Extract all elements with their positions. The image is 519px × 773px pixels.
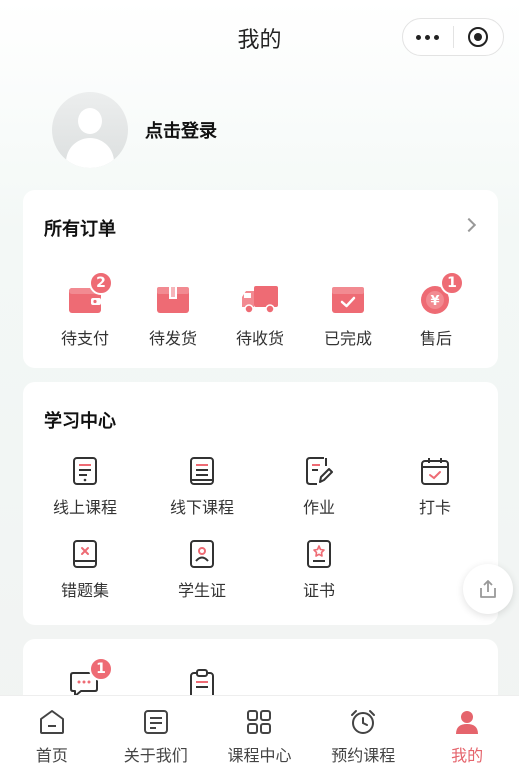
study-center-card: 学习中心 线上课程 线下课程 作业 打卡 错题集 学生证 证书 bbox=[23, 382, 498, 625]
notification-badge: 1 bbox=[89, 657, 113, 681]
study-center-title: 学习中心 bbox=[44, 411, 116, 432]
chevron-right-icon[interactable] bbox=[461, 217, 477, 233]
navigation-bar: 我的 bbox=[0, 0, 519, 76]
order-item-completed[interactable]: 已完成 bbox=[308, 283, 388, 349]
order-item-label: 已完成 bbox=[323, 329, 372, 348]
tab-label: 我的 bbox=[451, 746, 484, 765]
study-item-label: 作业 bbox=[302, 498, 335, 517]
study-item-label: 线下课程 bbox=[169, 498, 234, 517]
wrong-questions-book-icon bbox=[73, 540, 97, 568]
study-item-student-card[interactable]: 学生证 bbox=[152, 539, 252, 601]
offline-course-icon bbox=[190, 457, 214, 485]
more-button[interactable] bbox=[403, 19, 453, 55]
tab-label: 预约课程 bbox=[331, 746, 396, 765]
mini-program-capsule bbox=[402, 18, 504, 56]
study-item-label: 打卡 bbox=[418, 498, 451, 517]
homework-icon bbox=[306, 457, 333, 485]
notification-badge: 2 bbox=[89, 271, 113, 295]
share-icon bbox=[480, 580, 496, 598]
login-label[interactable]: 点击登录 bbox=[145, 117, 217, 143]
avatar[interactable] bbox=[52, 92, 128, 168]
page-title: 我的 bbox=[237, 28, 282, 53]
tab-mine[interactable]: 我的 bbox=[415, 696, 519, 773]
about-doc-icon bbox=[143, 710, 168, 734]
study-item-homework[interactable]: 作业 bbox=[269, 456, 369, 518]
share-button[interactable] bbox=[463, 564, 513, 614]
order-item-label: 待收货 bbox=[235, 329, 284, 348]
more-dots-icon bbox=[416, 34, 440, 40]
order-item-pending-shipment[interactable]: 待发货 bbox=[133, 283, 213, 349]
student-card-icon bbox=[190, 540, 214, 568]
close-button[interactable] bbox=[453, 19, 503, 55]
certificate-icon bbox=[307, 540, 331, 568]
home-icon bbox=[39, 710, 64, 734]
grid-icon bbox=[247, 710, 272, 734]
tab-book-course[interactable]: 预约课程 bbox=[311, 696, 415, 773]
study-item-label: 证书 bbox=[302, 581, 335, 600]
user-icon bbox=[456, 711, 479, 734]
order-item-label: 待发货 bbox=[148, 329, 197, 348]
alarm-clock-icon bbox=[351, 710, 376, 734]
study-item-label: 线上课程 bbox=[52, 498, 117, 517]
order-item-pending-receipt[interactable]: 待收货 bbox=[220, 283, 300, 349]
tab-label: 关于我们 bbox=[123, 746, 188, 765]
study-item-wrong-questions[interactable]: 错题集 bbox=[35, 539, 135, 601]
completed-box-icon bbox=[332, 287, 364, 313]
study-item-label: 学生证 bbox=[177, 581, 226, 600]
bottom-tab-bar: 首页 关于我们 课程中心 预约课程 我的 bbox=[0, 695, 519, 773]
tab-home[interactable]: 首页 bbox=[0, 696, 104, 773]
order-item-label: 待支付 bbox=[60, 329, 109, 348]
package-box-icon bbox=[157, 287, 189, 313]
order-item-label: 售后 bbox=[419, 329, 452, 348]
study-item-check-in[interactable]: 打卡 bbox=[385, 456, 485, 518]
orders-title: 所有订单 bbox=[44, 219, 116, 240]
truck-icon bbox=[242, 286, 278, 314]
tab-course-center[interactable]: 课程中心 bbox=[208, 696, 312, 773]
tab-about-us[interactable]: 关于我们 bbox=[104, 696, 208, 773]
order-item-pending-payment[interactable]: 2 待支付 bbox=[45, 271, 125, 349]
svg-text:¥: ¥ bbox=[430, 294, 439, 309]
profile-login[interactable]: 点击登录 bbox=[52, 92, 217, 168]
tab-label: 首页 bbox=[35, 746, 68, 765]
check-in-calendar-icon bbox=[421, 458, 449, 485]
target-icon bbox=[468, 27, 489, 47]
study-item-online-course[interactable]: 线上课程 bbox=[35, 456, 135, 518]
study-item-certificate[interactable]: 证书 bbox=[269, 539, 369, 601]
order-item-after-sales[interactable]: ¥ 1 售后 bbox=[396, 271, 476, 349]
orders-card: 所有订单 2 待支付 待发货 待收货 已完成 ¥ 1 售后 bbox=[23, 190, 498, 368]
study-item-offline-course[interactable]: 线下课程 bbox=[152, 456, 252, 518]
notification-badge: 1 bbox=[440, 271, 464, 295]
online-course-icon bbox=[73, 457, 97, 485]
tab-label: 课程中心 bbox=[227, 746, 292, 765]
study-item-label: 错题集 bbox=[60, 581, 109, 600]
